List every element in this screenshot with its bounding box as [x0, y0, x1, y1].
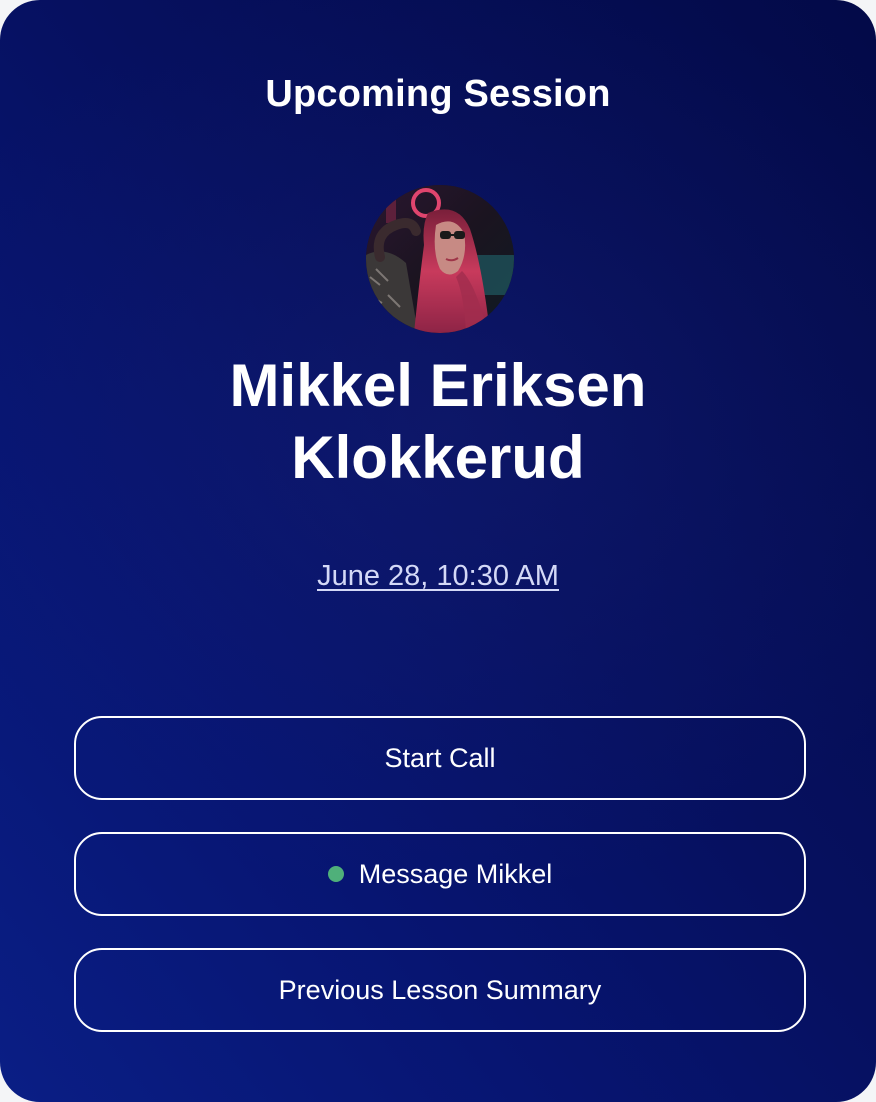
- start-call-label: Start Call: [384, 742, 496, 773]
- session-datetime-link[interactable]: June 28, 10:30 AM: [317, 560, 559, 592]
- online-status-dot-icon: [327, 866, 344, 882]
- session-datetime-container: June 28, 10:30 AM: [0, 556, 876, 596]
- avatar-photo-icon: [366, 185, 514, 333]
- start-call-button[interactable]: Start Call: [74, 716, 806, 800]
- previous-lesson-summary-button[interactable]: Previous Lesson Summary: [74, 948, 806, 1032]
- tutor-name-line2: Klokkerud: [291, 424, 585, 491]
- tutor-name: Mikkel Eriksen Klokkerud: [0, 350, 876, 494]
- avatar: [366, 185, 514, 333]
- message-tutor-button[interactable]: Message Mikkel: [74, 832, 806, 916]
- message-tutor-label: Message Mikkel: [358, 858, 553, 889]
- session-card: Upcoming Session Mikkel Eriksen Klokkeru…: [0, 0, 876, 1102]
- card-title: Upcoming Session: [265, 73, 611, 115]
- previous-lesson-summary-label: Previous Lesson Summary: [278, 974, 602, 1005]
- tutor-name-line1: Mikkel Eriksen: [229, 352, 647, 419]
